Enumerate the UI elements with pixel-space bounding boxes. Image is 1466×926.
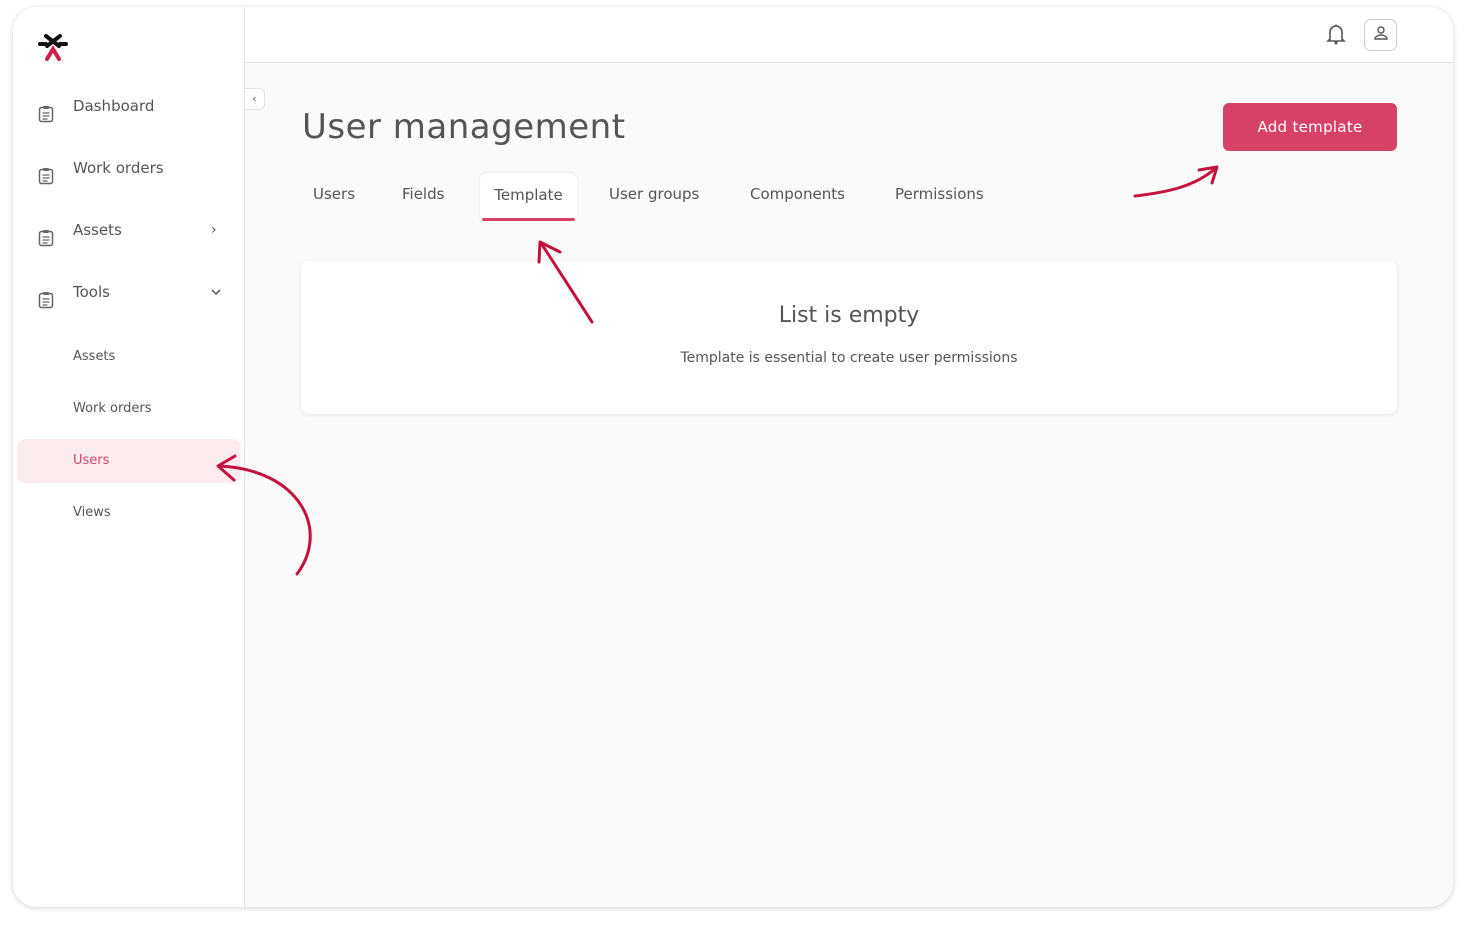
annotation-arrow-add (1133, 165, 1219, 198)
annotation-arrows (216, 165, 1219, 576)
annotation-arrow-users (216, 454, 312, 576)
annotation-arrow-template (537, 240, 594, 324)
